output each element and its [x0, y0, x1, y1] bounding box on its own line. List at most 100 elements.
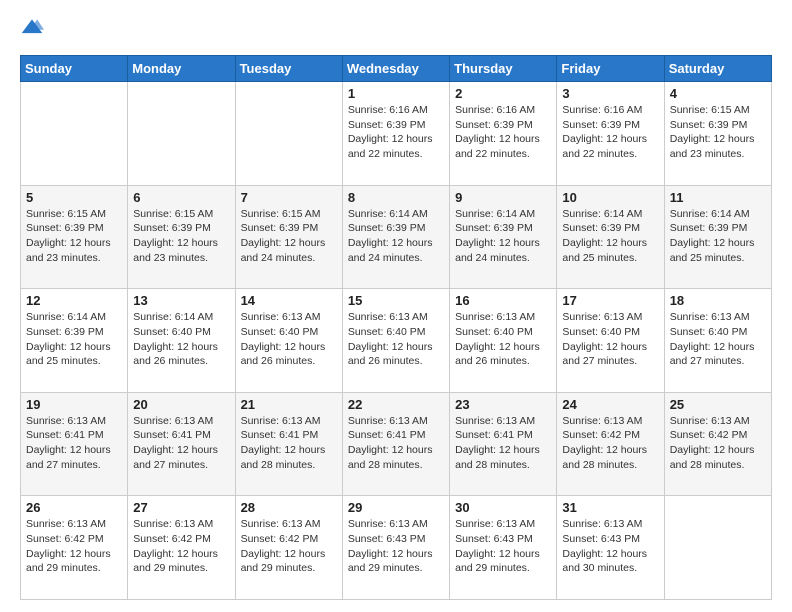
day-info: Sunrise: 6:13 AM Sunset: 6:40 PM Dayligh…: [241, 310, 337, 369]
day-info: Sunrise: 6:13 AM Sunset: 6:40 PM Dayligh…: [348, 310, 444, 369]
calendar-cell: 31 Sunrise: 6:13 AM Sunset: 6:43 PM Dayli…: [557, 496, 664, 600]
calendar-cell: 9 Sunrise: 6:14 AM Sunset: 6:39 PM Daylig…: [450, 185, 557, 289]
day-number: 9: [455, 190, 551, 205]
day-number: 12: [26, 293, 122, 308]
day-info: Sunrise: 6:13 AM Sunset: 6:42 PM Dayligh…: [670, 414, 766, 473]
day-info: Sunrise: 6:14 AM Sunset: 6:39 PM Dayligh…: [562, 207, 658, 266]
calendar-cell: 23 Sunrise: 6:13 AM Sunset: 6:41 PM Dayli…: [450, 392, 557, 496]
calendar-week-row: 26 Sunrise: 6:13 AM Sunset: 6:42 PM Dayli…: [21, 496, 772, 600]
day-number: 11: [670, 190, 766, 205]
day-number: 2: [455, 86, 551, 101]
day-number: 13: [133, 293, 229, 308]
day-info: Sunrise: 6:13 AM Sunset: 6:42 PM Dayligh…: [241, 517, 337, 576]
day-number: 23: [455, 397, 551, 412]
day-info: Sunrise: 6:13 AM Sunset: 6:41 PM Dayligh…: [26, 414, 122, 473]
day-info: Sunrise: 6:15 AM Sunset: 6:39 PM Dayligh…: [670, 103, 766, 162]
calendar-cell: [235, 82, 342, 186]
day-number: 20: [133, 397, 229, 412]
day-info: Sunrise: 6:16 AM Sunset: 6:39 PM Dayligh…: [562, 103, 658, 162]
calendar-cell: 14 Sunrise: 6:13 AM Sunset: 6:40 PM Dayli…: [235, 289, 342, 393]
day-number: 28: [241, 500, 337, 515]
header: [20, 16, 772, 45]
day-number: 18: [670, 293, 766, 308]
day-info: Sunrise: 6:13 AM Sunset: 6:40 PM Dayligh…: [670, 310, 766, 369]
calendar-week-row: 19 Sunrise: 6:13 AM Sunset: 6:41 PM Dayli…: [21, 392, 772, 496]
calendar-cell: 27 Sunrise: 6:13 AM Sunset: 6:42 PM Dayli…: [128, 496, 235, 600]
calendar-cell: 1Sunrise: 6:16 AM Sunset: 6:39 PM Daylig…: [342, 82, 449, 186]
day-number: 25: [670, 397, 766, 412]
calendar-week-row: 5 Sunrise: 6:15 AM Sunset: 6:39 PM Daylig…: [21, 185, 772, 289]
logo-icon: [20, 16, 44, 40]
day-number: 16: [455, 293, 551, 308]
day-info: Sunrise: 6:13 AM Sunset: 6:43 PM Dayligh…: [348, 517, 444, 576]
day-number: 29: [348, 500, 444, 515]
day-info: Sunrise: 6:13 AM Sunset: 6:42 PM Dayligh…: [562, 414, 658, 473]
calendar-cell: 21 Sunrise: 6:13 AM Sunset: 6:41 PM Dayli…: [235, 392, 342, 496]
day-number: 22: [348, 397, 444, 412]
day-info: Sunrise: 6:13 AM Sunset: 6:43 PM Dayligh…: [562, 517, 658, 576]
day-info: Sunrise: 6:15 AM Sunset: 6:39 PM Dayligh…: [26, 207, 122, 266]
day-info: Sunrise: 6:13 AM Sunset: 6:41 PM Dayligh…: [133, 414, 229, 473]
day-info: Sunrise: 6:16 AM Sunset: 6:39 PM Dayligh…: [455, 103, 551, 162]
calendar-cell: 11 Sunrise: 6:14 AM Sunset: 6:39 PM Dayli…: [664, 185, 771, 289]
day-info: Sunrise: 6:13 AM Sunset: 6:43 PM Dayligh…: [455, 517, 551, 576]
day-number: 15: [348, 293, 444, 308]
day-number: 6: [133, 190, 229, 205]
calendar-cell: 28 Sunrise: 6:13 AM Sunset: 6:42 PM Dayli…: [235, 496, 342, 600]
day-number: 27: [133, 500, 229, 515]
day-info: Sunrise: 6:13 AM Sunset: 6:40 PM Dayligh…: [562, 310, 658, 369]
day-number: 26: [26, 500, 122, 515]
calendar-cell: 10 Sunrise: 6:14 AM Sunset: 6:39 PM Dayli…: [557, 185, 664, 289]
day-header-friday: Friday: [557, 56, 664, 82]
day-info: Sunrise: 6:13 AM Sunset: 6:41 PM Dayligh…: [455, 414, 551, 473]
day-number: 8: [348, 190, 444, 205]
calendar-cell: 12 Sunrise: 6:14 AM Sunset: 6:39 PM Dayli…: [21, 289, 128, 393]
page: SundayMondayTuesdayWednesdayThursdayFrid…: [0, 0, 792, 612]
calendar-cell: 26 Sunrise: 6:13 AM Sunset: 6:42 PM Dayli…: [21, 496, 128, 600]
calendar-cell: 19 Sunrise: 6:13 AM Sunset: 6:41 PM Dayli…: [21, 392, 128, 496]
day-number: 19: [26, 397, 122, 412]
day-number: 17: [562, 293, 658, 308]
calendar-cell: 3Sunrise: 6:16 AM Sunset: 6:39 PM Daylig…: [557, 82, 664, 186]
day-number: 21: [241, 397, 337, 412]
day-info: Sunrise: 6:14 AM Sunset: 6:39 PM Dayligh…: [455, 207, 551, 266]
day-number: 30: [455, 500, 551, 515]
day-info: Sunrise: 6:14 AM Sunset: 6:39 PM Dayligh…: [26, 310, 122, 369]
day-number: 4: [670, 86, 766, 101]
day-number: 5: [26, 190, 122, 205]
day-header-thursday: Thursday: [450, 56, 557, 82]
calendar-cell: 17 Sunrise: 6:13 AM Sunset: 6:40 PM Dayli…: [557, 289, 664, 393]
calendar-cell: 24Sunrise: 6:13 AM Sunset: 6:42 PM Dayli…: [557, 392, 664, 496]
day-info: Sunrise: 6:15 AM Sunset: 6:39 PM Dayligh…: [241, 207, 337, 266]
day-info: Sunrise: 6:13 AM Sunset: 6:42 PM Dayligh…: [26, 517, 122, 576]
calendar-cell: 30 Sunrise: 6:13 AM Sunset: 6:43 PM Dayli…: [450, 496, 557, 600]
calendar-cell: 18 Sunrise: 6:13 AM Sunset: 6:40 PM Dayli…: [664, 289, 771, 393]
day-info: Sunrise: 6:13 AM Sunset: 6:42 PM Dayligh…: [133, 517, 229, 576]
calendar-cell: [21, 82, 128, 186]
calendar-cell: 13 Sunrise: 6:14 AM Sunset: 6:40 PM Dayli…: [128, 289, 235, 393]
calendar-cell: [664, 496, 771, 600]
day-number: 14: [241, 293, 337, 308]
calendar-cell: 5 Sunrise: 6:15 AM Sunset: 6:39 PM Daylig…: [21, 185, 128, 289]
day-info: Sunrise: 6:16 AM Sunset: 6:39 PM Dayligh…: [348, 103, 444, 162]
day-number: 10: [562, 190, 658, 205]
calendar-cell: 25 Sunrise: 6:13 AM Sunset: 6:42 PM Dayli…: [664, 392, 771, 496]
day-header-tuesday: Tuesday: [235, 56, 342, 82]
day-info: Sunrise: 6:14 AM Sunset: 6:40 PM Dayligh…: [133, 310, 229, 369]
calendar-header-row: SundayMondayTuesdayWednesdayThursdayFrid…: [21, 56, 772, 82]
day-info: Sunrise: 6:13 AM Sunset: 6:40 PM Dayligh…: [455, 310, 551, 369]
day-info: Sunrise: 6:13 AM Sunset: 6:41 PM Dayligh…: [241, 414, 337, 473]
calendar-cell: 29 Sunrise: 6:13 AM Sunset: 6:43 PM Dayli…: [342, 496, 449, 600]
calendar-week-row: 1Sunrise: 6:16 AM Sunset: 6:39 PM Daylig…: [21, 82, 772, 186]
calendar-week-row: 12 Sunrise: 6:14 AM Sunset: 6:39 PM Dayli…: [21, 289, 772, 393]
calendar-cell: 8Sunrise: 6:14 AM Sunset: 6:39 PM Daylig…: [342, 185, 449, 289]
day-header-saturday: Saturday: [664, 56, 771, 82]
day-header-monday: Monday: [128, 56, 235, 82]
day-info: Sunrise: 6:14 AM Sunset: 6:39 PM Dayligh…: [670, 207, 766, 266]
day-header-sunday: Sunday: [21, 56, 128, 82]
day-header-wednesday: Wednesday: [342, 56, 449, 82]
day-number: 31: [562, 500, 658, 515]
calendar-cell: 16 Sunrise: 6:13 AM Sunset: 6:40 PM Dayli…: [450, 289, 557, 393]
calendar-cell: 15 Sunrise: 6:13 AM Sunset: 6:40 PM Dayli…: [342, 289, 449, 393]
calendar-cell: [128, 82, 235, 186]
